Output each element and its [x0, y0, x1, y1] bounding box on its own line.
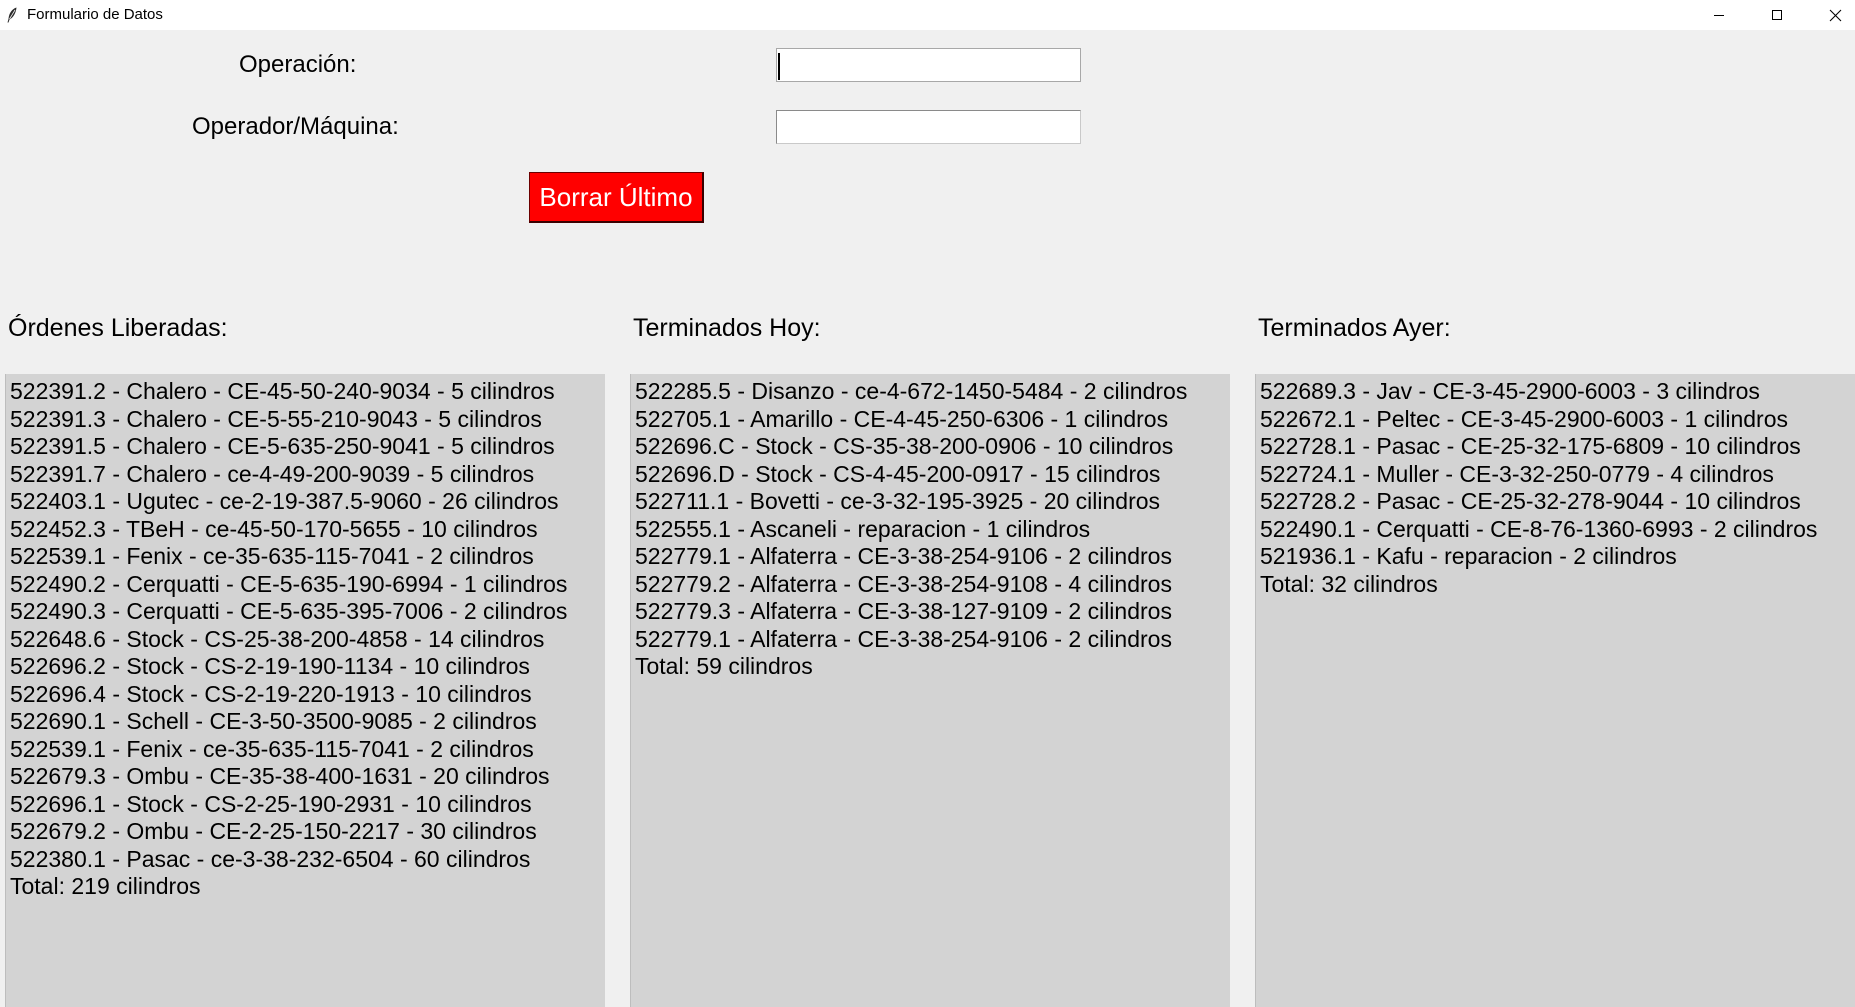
list-item[interactable]: 522728.1 - Pasac - CE-25-32-175-6809 - 1… — [1260, 433, 1855, 461]
list-item[interactable]: 522403.1 - Ugutec - ce-2-19-387.5-9060 -… — [10, 488, 605, 516]
liberadas-title: Órdenes Liberadas: — [8, 314, 228, 342]
list-item[interactable]: 522672.1 - Peltec - CE-3-45-2900-6003 - … — [1260, 406, 1855, 434]
operador-label: Operador/Máquina: — [192, 113, 399, 140]
list-item[interactable]: 522380.1 - Pasac - ce-3-38-232-6504 - 60… — [10, 846, 605, 874]
list-item[interactable]: 522452.3 - TBeH - ce-45-50-170-5655 - 10… — [10, 516, 605, 544]
list-item[interactable]: 522689.3 - Jav - CE-3-45-2900-6003 - 3 c… — [1260, 378, 1855, 406]
minimize-button[interactable] — [1690, 0, 1748, 30]
list-item[interactable]: 522679.3 - Ombu - CE-35-38-400-1631 - 20… — [10, 763, 605, 791]
window-title: Formulario de Datos — [27, 6, 163, 23]
liberadas-listbox[interactable]: 522391.2 - Chalero - CE-45-50-240-9034 -… — [5, 374, 605, 1007]
operacion-label: Operación: — [239, 51, 357, 78]
app-window: Formulario de Datos Operación: Operador/… — [0, 0, 1855, 1007]
ayer-listbox[interactable]: 522689.3 - Jav - CE-3-45-2900-6003 - 3 c… — [1255, 374, 1855, 1007]
list-item[interactable]: 522728.2 - Pasac - CE-25-32-278-9044 - 1… — [1260, 488, 1855, 516]
list-item[interactable]: 522285.5 - Disanzo - ce-4-672-1450-5484 … — [635, 378, 1230, 406]
list-item[interactable]: 521936.1 - Kafu - reparacion - 2 cilindr… — [1260, 543, 1855, 571]
list-item[interactable]: 522696.1 - Stock - CS-2-25-190-2931 - 10… — [10, 791, 605, 819]
hoy-title: Terminados Hoy: — [633, 314, 821, 342]
maximize-icon — [1772, 10, 1782, 20]
list-item[interactable]: 522696.4 - Stock - CS-2-19-220-1913 - 10… — [10, 681, 605, 709]
list-item[interactable]: 522679.2 - Ombu - CE-2-25-150-2217 - 30 … — [10, 818, 605, 846]
list-item[interactable]: 522391.3 - Chalero - CE-5-55-210-9043 - … — [10, 406, 605, 434]
list-item[interactable]: 522779.1 - Alfaterra - CE-3-38-254-9106 … — [635, 543, 1230, 571]
minimize-icon — [1714, 15, 1724, 16]
text-caret — [778, 53, 780, 80]
feather-icon — [7, 7, 17, 23]
list-item[interactable]: 522696.2 - Stock - CS-2-19-190-1134 - 10… — [10, 653, 605, 681]
list-item[interactable]: 522696.C - Stock - CS-35-38-200-0906 - 1… — [635, 433, 1230, 461]
close-button[interactable] — [1806, 0, 1855, 30]
hoy-listbox[interactable]: 522285.5 - Disanzo - ce-4-672-1450-5484 … — [630, 374, 1230, 1007]
list-item[interactable]: 522555.1 - Ascaneli - reparacion - 1 cil… — [635, 516, 1230, 544]
maximize-button[interactable] — [1748, 0, 1806, 30]
list-item[interactable]: 522539.1 - Fenix - ce-35-635-115-7041 - … — [10, 736, 605, 764]
list-item[interactable]: 522705.1 - Amarillo - CE-4-45-250-6306 -… — [635, 406, 1230, 434]
ayer-title: Terminados Ayer: — [1258, 314, 1451, 342]
list-item[interactable]: 522490.3 - Cerquatti - CE-5-635-395-7006… — [10, 598, 605, 626]
title-bar: Formulario de Datos — [0, 0, 1855, 30]
list-item[interactable]: 522490.1 - Cerquatti - CE-8-76-1360-6993… — [1260, 516, 1855, 544]
list-item[interactable]: 522696.D - Stock - CS-4-45-200-0917 - 15… — [635, 461, 1230, 489]
list-item[interactable]: 522391.5 - Chalero - CE-5-635-250-9041 -… — [10, 433, 605, 461]
list-item[interactable]: 522490.2 - Cerquatti - CE-5-635-190-6994… — [10, 571, 605, 599]
list-item[interactable]: Total: 219 cilindros — [10, 873, 605, 901]
list-item[interactable]: 522391.7 - Chalero - ce-4-49-200-9039 - … — [10, 461, 605, 489]
list-item[interactable]: 522711.1 - Bovetti - ce-3-32-195-3925 - … — [635, 488, 1230, 516]
close-icon — [1829, 9, 1841, 21]
list-item[interactable]: 522690.1 - Schell - CE-3-50-3500-9085 - … — [10, 708, 605, 736]
list-item[interactable]: 522391.2 - Chalero - CE-45-50-240-9034 -… — [10, 378, 605, 406]
list-item[interactable]: Total: 59 cilindros — [635, 653, 1230, 681]
list-item[interactable]: 522779.2 - Alfaterra - CE-3-38-254-9108 … — [635, 571, 1230, 599]
list-item[interactable]: 522648.6 - Stock - CS-25-38-200-4858 - 1… — [10, 626, 605, 654]
list-item[interactable]: 522779.1 - Alfaterra - CE-3-38-254-9106 … — [635, 626, 1230, 654]
delete-last-button[interactable]: Borrar Último — [529, 172, 704, 223]
list-item[interactable]: Total: 32 cilindros — [1260, 571, 1855, 599]
operador-input[interactable] — [776, 110, 1081, 144]
list-item[interactable]: 522779.3 - Alfaterra - CE-3-38-127-9109 … — [635, 598, 1230, 626]
operacion-input[interactable] — [776, 48, 1081, 82]
list-item[interactable]: 522724.1 - Muller - CE-3-32-250-0779 - 4… — [1260, 461, 1855, 489]
list-item[interactable]: 522539.1 - Fenix - ce-35-635-115-7041 - … — [10, 543, 605, 571]
